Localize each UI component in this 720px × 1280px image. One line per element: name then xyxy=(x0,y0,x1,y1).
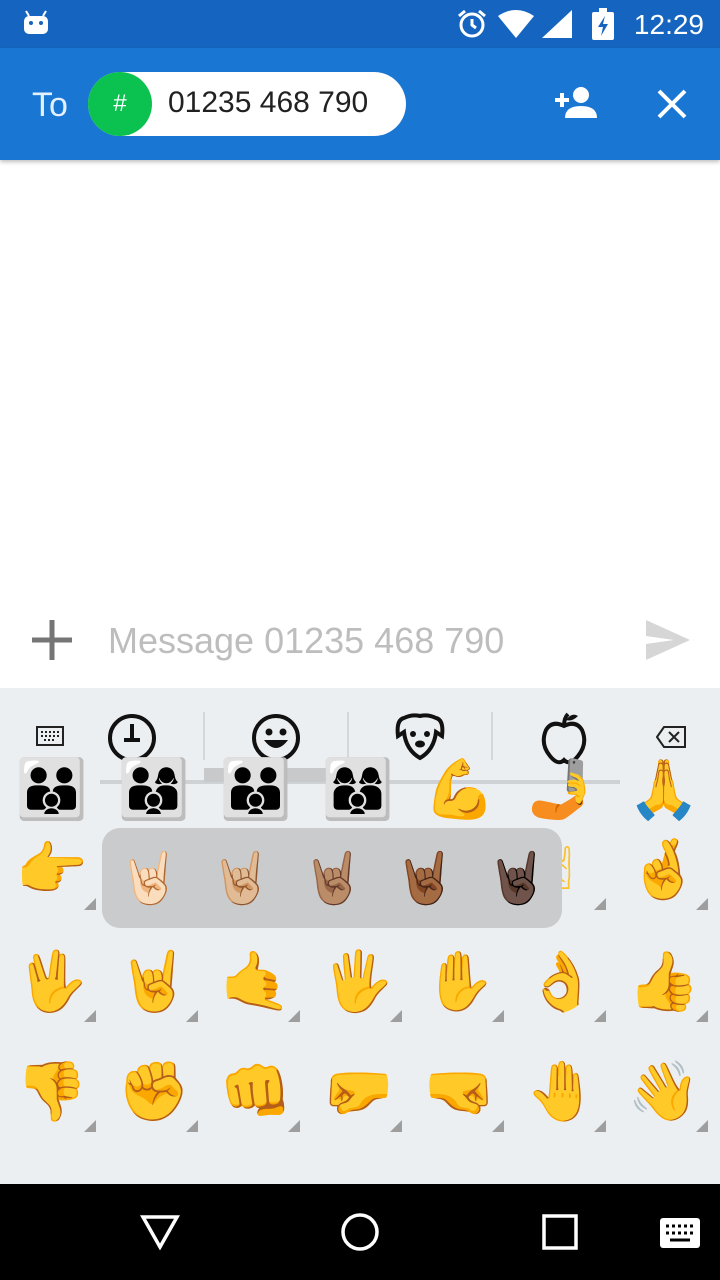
emoji-glyph: 👨‍👩‍👦 xyxy=(117,757,191,822)
emoji-keyboard: 👪👨‍👩‍👦👨‍👨‍👦👩‍👩‍👦💪🤳🙏👉✌🤞🖖🤘🤙🖐✋👌👍👎✊👊🤛🤜🤚👋 🤘🏻 … xyxy=(0,688,720,1184)
emoji-key[interactable]: 🤘 xyxy=(104,932,204,1032)
variant-indicator xyxy=(186,1010,198,1022)
variant-indicator xyxy=(594,898,606,910)
emoji-key[interactable]: 👋 xyxy=(614,1042,714,1142)
navigation-bar xyxy=(0,1184,720,1280)
emoji-key[interactable]: 🤜 xyxy=(410,1042,510,1142)
variant-indicator xyxy=(84,1010,96,1022)
add-person-icon[interactable] xyxy=(555,86,597,118)
cell-signal-icon xyxy=(542,10,572,38)
emoji-key[interactable]: 👨‍👩‍👦 xyxy=(104,740,204,840)
keyboard-switch-icon[interactable] xyxy=(660,1218,700,1248)
status-bar: 12:29 xyxy=(0,0,720,48)
variant-indicator xyxy=(390,1120,402,1132)
variant-indicator xyxy=(84,898,96,910)
emoji-key[interactable]: 🤛 xyxy=(308,1042,408,1142)
variant-indicator xyxy=(288,1120,300,1132)
variant-indicator xyxy=(696,1010,708,1022)
emoji-key[interactable]: 🤞 xyxy=(614,820,714,920)
emoji-key[interactable]: 🖖 xyxy=(2,932,102,1032)
battery-charging-icon xyxy=(592,8,614,40)
variant-indicator xyxy=(288,1010,300,1022)
recipient-avatar: # xyxy=(88,72,152,136)
emoji-key[interactable]: 🤚 xyxy=(512,1042,612,1142)
status-time: 12:29 xyxy=(633,9,704,40)
home-icon[interactable] xyxy=(340,1212,380,1252)
tone-option-medium-light[interactable]: 🤘🏼 xyxy=(210,848,272,908)
app-toolbar: To # 01235 468 790 xyxy=(0,48,720,160)
variant-indicator xyxy=(492,1120,504,1132)
message-input[interactable]: Message 01235 468 790 xyxy=(108,620,504,662)
emoji-glyph: 👩‍👩‍👦 xyxy=(321,757,395,822)
android-icon xyxy=(24,10,48,34)
emoji-glyph: 👨‍👨‍👦 xyxy=(219,757,293,822)
emoji-key[interactable]: 👊 xyxy=(206,1042,306,1142)
variant-indicator xyxy=(186,1120,198,1132)
variant-indicator xyxy=(390,1010,402,1022)
emoji-key[interactable]: 🖐 xyxy=(308,932,408,1032)
send-icon[interactable] xyxy=(646,620,690,660)
tone-option-medium[interactable]: 🤘🏽 xyxy=(302,848,364,908)
emoji-key[interactable]: 🤙 xyxy=(206,932,306,1032)
variant-indicator xyxy=(594,1010,606,1022)
variant-indicator xyxy=(696,1120,708,1132)
emoji-glyph: 💪 xyxy=(423,757,497,822)
emoji-key[interactable]: ✊ xyxy=(104,1042,204,1142)
to-label: To xyxy=(32,86,68,124)
emoji-key[interactable]: 👉 xyxy=(2,820,102,920)
attach-plus-icon[interactable] xyxy=(32,620,72,660)
tone-option-dark[interactable]: 🤘🏿 xyxy=(486,848,548,908)
skin-tone-popup: 🤘🏻 🤘🏼 🤘🏽 🤘🏾 🤘🏿 xyxy=(102,828,562,928)
emoji-key[interactable]: 👌 xyxy=(512,932,612,1032)
tone-option-light[interactable]: 🤘🏻 xyxy=(118,848,180,908)
emoji-key[interactable]: 👍 xyxy=(614,932,714,1032)
variant-indicator xyxy=(84,1120,96,1132)
emoji-key[interactable]: 👎 xyxy=(2,1042,102,1142)
emoji-key[interactable]: 👨‍👨‍👦 xyxy=(206,740,306,840)
variant-indicator xyxy=(594,1120,606,1132)
variant-indicator xyxy=(492,1010,504,1022)
variant-indicator xyxy=(696,898,708,910)
alarm-icon xyxy=(458,9,486,38)
recipient-number: 01235 468 790 xyxy=(168,86,369,119)
back-icon[interactable] xyxy=(140,1214,180,1250)
close-icon[interactable] xyxy=(656,88,688,120)
emoji-key[interactable]: 💪 xyxy=(410,740,510,840)
recipient-chip[interactable]: # 01235 468 790 xyxy=(88,72,406,136)
emoji-grid: 👪👨‍👩‍👦👨‍👨‍👦👩‍👩‍👦💪🤳🙏👉✌🤞🖖🤘🤙🖐✋👌👍👎✊👊🤛🤜🤚👋 xyxy=(0,688,720,1184)
recents-icon[interactable] xyxy=(542,1214,578,1250)
wifi-icon xyxy=(498,10,534,38)
emoji-key[interactable]: ✋ xyxy=(410,932,510,1032)
tone-option-medium-dark[interactable]: 🤘🏾 xyxy=(394,848,456,908)
emoji-key[interactable]: 👩‍👩‍👦 xyxy=(308,740,408,840)
